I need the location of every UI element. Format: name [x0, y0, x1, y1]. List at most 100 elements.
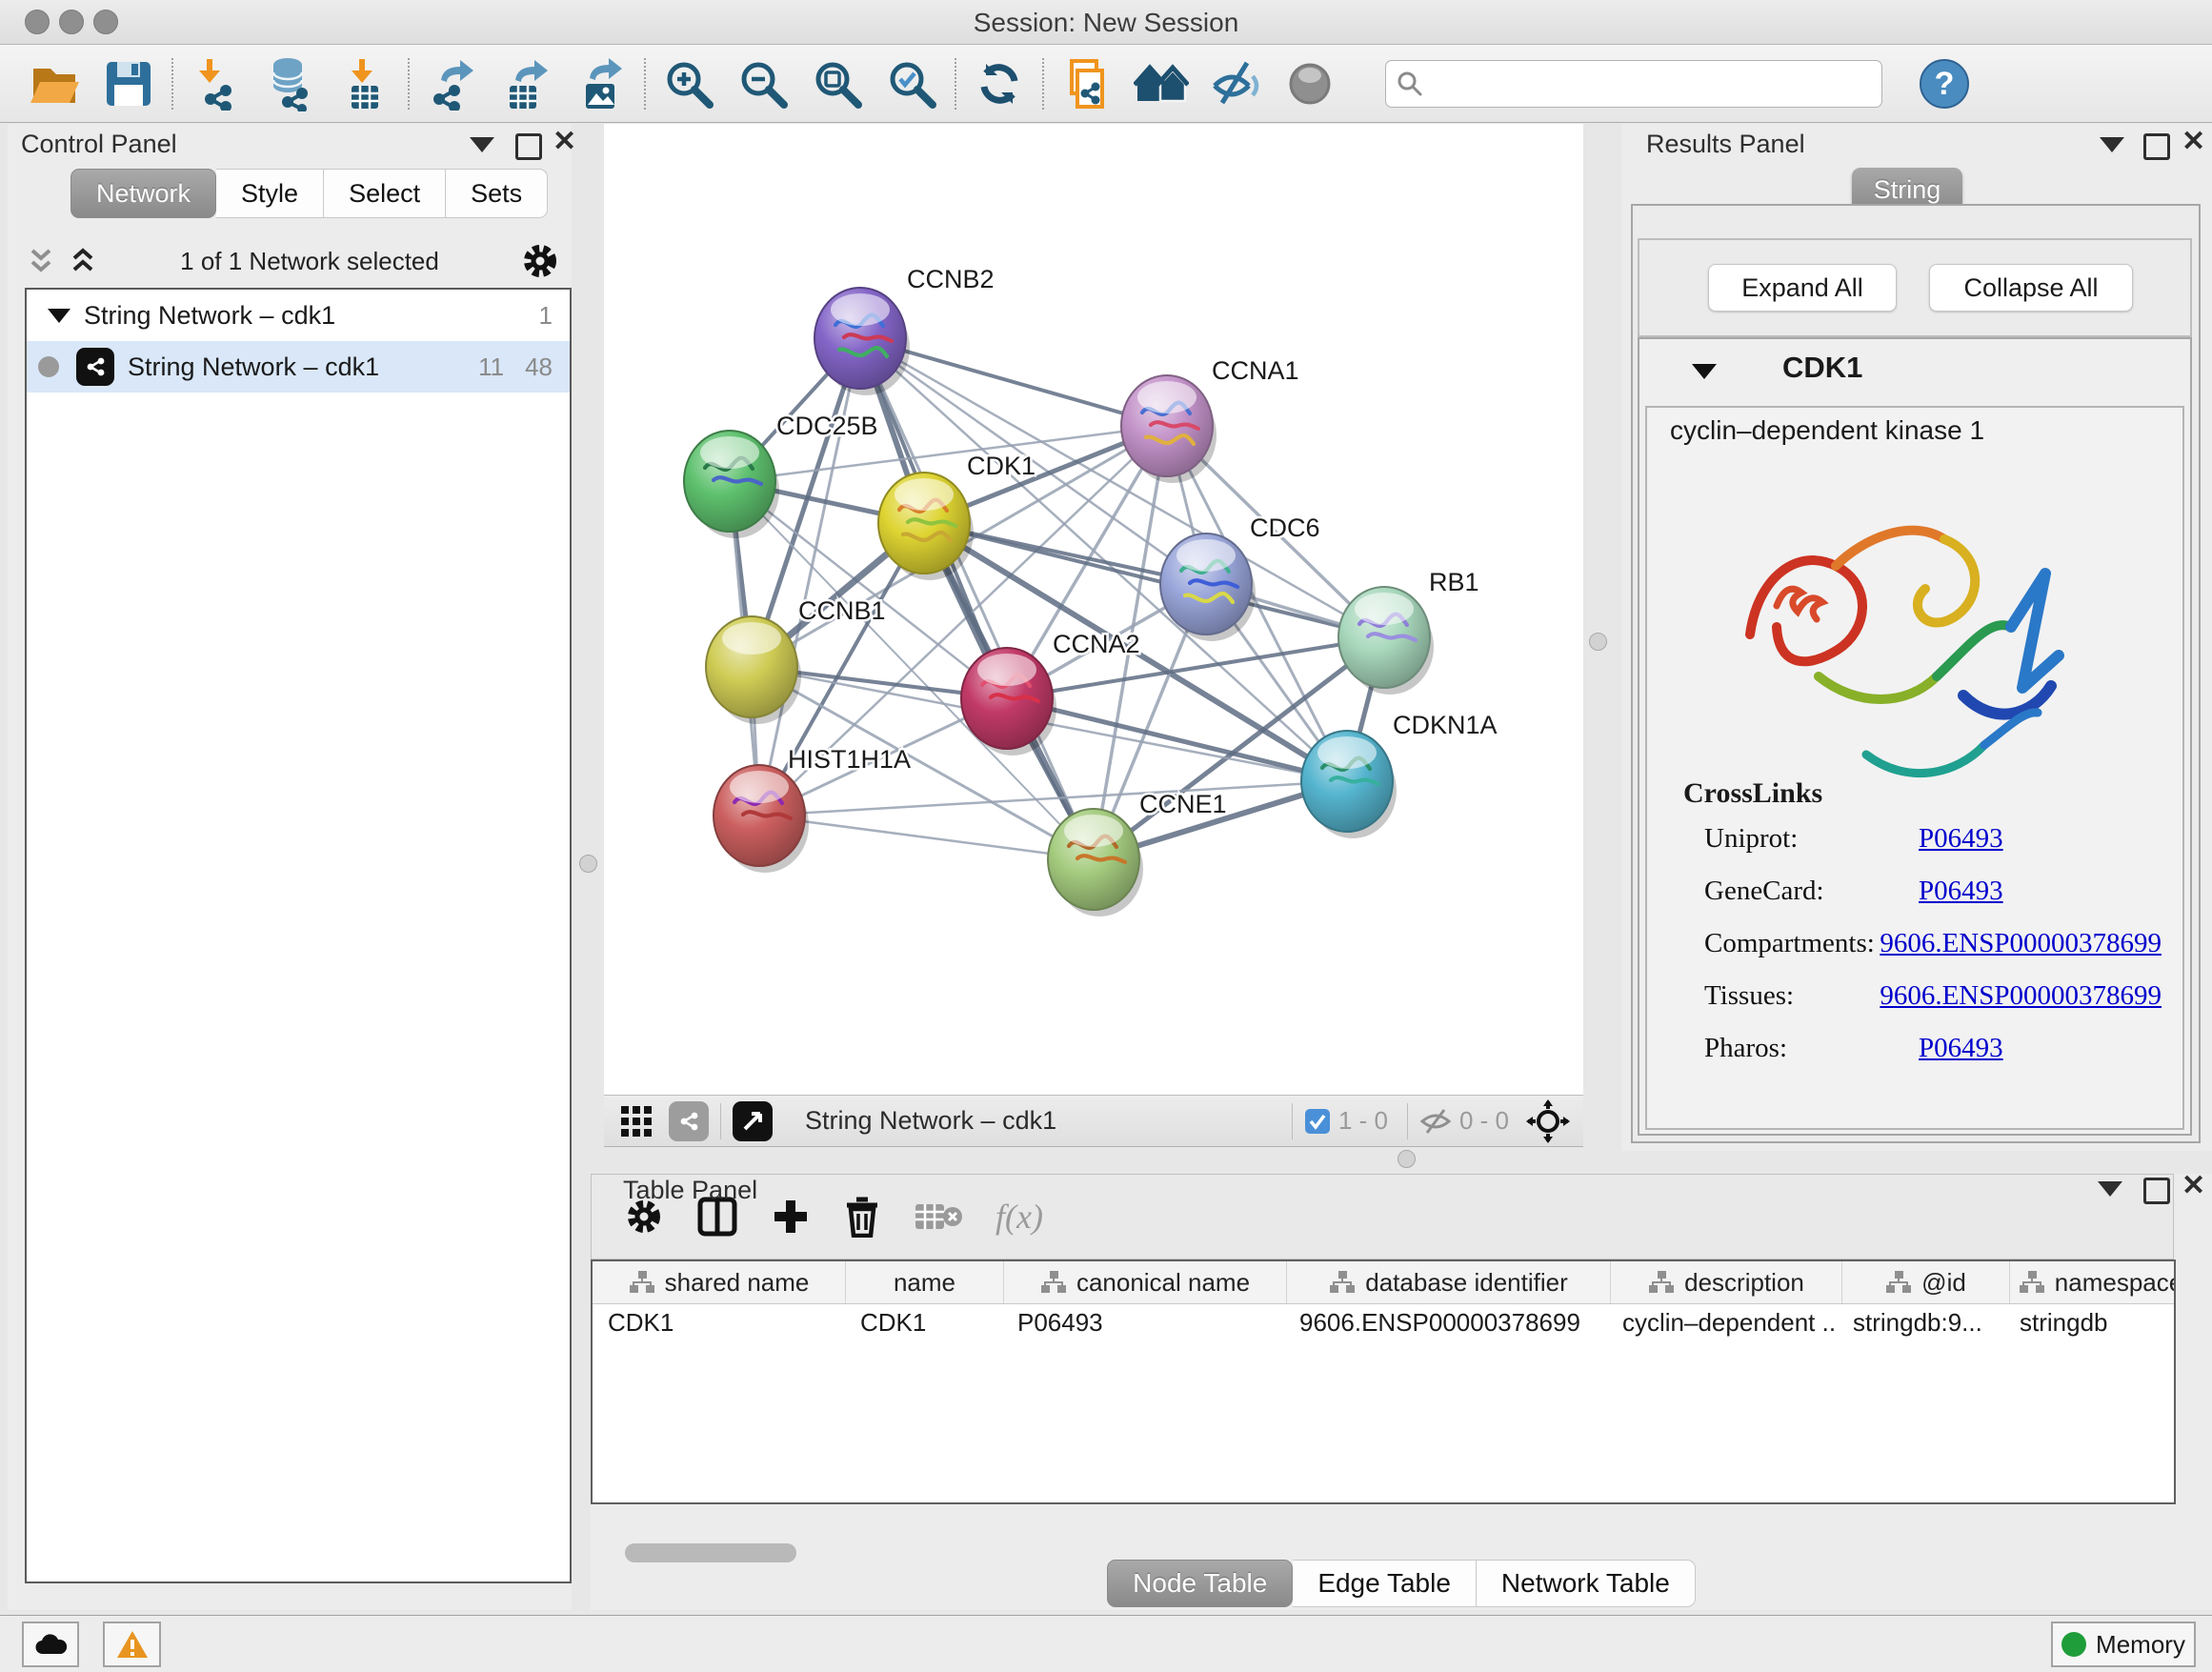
pan-crosshair-icon[interactable]: [1526, 1099, 1570, 1143]
window-title: Session: New Session: [0, 8, 2212, 38]
gene-collapse-arrow-icon[interactable]: [1692, 364, 1717, 379]
zoom-in-button[interactable]: [652, 53, 726, 114]
home-panel-button[interactable]: [1124, 53, 1198, 114]
search-input[interactable]: [1424, 68, 1872, 99]
column-header-database-identifier[interactable]: database identifier: [1287, 1261, 1611, 1303]
tab-sets[interactable]: Sets: [446, 169, 548, 218]
tree-expand-arrow-icon[interactable]: [48, 309, 70, 323]
tab-style[interactable]: Style: [216, 169, 324, 218]
control-panel-float-button[interactable]: [515, 133, 542, 160]
control-panel-collapse-button[interactable]: [470, 137, 494, 152]
network-collection-row[interactable]: String Network – cdk1 1: [27, 290, 570, 341]
search-icon: [1396, 70, 1424, 98]
zoom-fit-button[interactable]: [800, 53, 875, 114]
column-header-namespace[interactable]: namespace: [2010, 1261, 2176, 1303]
control-panel-close-button[interactable]: ✕: [553, 131, 576, 155]
table-panel-float-button[interactable]: [2143, 1178, 2170, 1204]
crosslink-label: Pharos:: [1704, 1033, 1919, 1064]
table-cell[interactable]: cyclin–dependent ...: [1607, 1304, 1838, 1340]
network-graph[interactable]: CCNB2CCNA1CDC25BCDK1CDC6RB1CCNB1CCNA2CDK…: [604, 124, 1583, 1095]
bottom-splitter-handle[interactable]: [1398, 1150, 1416, 1168]
table-panel-close-button[interactable]: ✕: [2182, 1176, 2205, 1199]
column-header-@id[interactable]: @id: [1842, 1261, 2010, 1303]
results-panel-collapse-button[interactable]: [2100, 137, 2124, 152]
tab-network[interactable]: Network: [70, 169, 216, 218]
crosslink-value-link[interactable]: P06493: [1919, 823, 2003, 855]
tab-select[interactable]: Select: [324, 169, 446, 218]
column-header-description[interactable]: description: [1611, 1261, 1842, 1303]
gear-icon[interactable]: [520, 241, 560, 281]
title-bar: Session: New Session: [0, 0, 2212, 45]
export-network-button[interactable]: [415, 53, 490, 114]
detach-view-icon[interactable]: [733, 1101, 773, 1141]
table-row[interactable]: CDK1CDK1P064939606.ENSP00000378699cyclin…: [593, 1304, 2174, 1340]
import-network-file-button[interactable]: [179, 53, 253, 114]
network-node-CCNB2[interactable]: [814, 288, 910, 395]
crosslink-value-link[interactable]: P06493: [1919, 876, 2003, 907]
network-row[interactable]: String Network – cdk1 11 48: [27, 341, 570, 393]
warnings-button[interactable]: [103, 1622, 161, 1667]
right-splitter-handle[interactable]: [1589, 633, 1607, 651]
apply-layout-button[interactable]: [962, 53, 1036, 114]
grid-view-icon[interactable]: [619, 1104, 654, 1138]
expand-all-button[interactable]: Expand All: [1708, 264, 1897, 312]
network-edge-HIST1H1A-CCNE1[interactable]: [759, 816, 1094, 859]
crosslink-value-link[interactable]: P06493: [1919, 1033, 2003, 1064]
open-session-button[interactable]: [17, 53, 91, 114]
table-cell[interactable]: stringdb: [2004, 1304, 2176, 1340]
create-column-button[interactable]: [771, 1197, 811, 1237]
table-cell[interactable]: CDK1: [845, 1304, 1002, 1340]
network-node-CCNE1[interactable]: [1048, 809, 1143, 917]
export-table-button[interactable]: [490, 53, 564, 114]
function-builder-button[interactable]: f(x): [995, 1197, 1043, 1237]
network-node-CCNB1[interactable]: [706, 616, 801, 724]
tab-node-table[interactable]: Node Table: [1107, 1560, 1293, 1607]
crosslink-label: Compartments:: [1704, 928, 1880, 959]
network-node-CDC25B[interactable]: [684, 431, 779, 538]
cloud-button[interactable]: [22, 1622, 79, 1667]
collapse-all-button[interactable]: Collapse All: [1929, 264, 2133, 312]
column-header-shared-name[interactable]: shared name: [593, 1261, 846, 1303]
network-overview-icon[interactable]: [669, 1101, 709, 1141]
network-node-CDKN1A[interactable]: [1301, 731, 1397, 838]
results-panel-close-button[interactable]: ✕: [2182, 131, 2205, 155]
table-cell[interactable]: P06493: [1002, 1304, 1284, 1340]
crosslink-value-link[interactable]: 9606.ENSP00000378699: [1880, 980, 2162, 1012]
control-panel-title: Control Panel: [21, 130, 177, 159]
network-node-CCNA1[interactable]: [1121, 375, 1217, 483]
table-panel-collapse-button[interactable]: [2098, 1181, 2122, 1197]
hidden-eye-icon[interactable]: [1419, 1107, 1452, 1136]
memory-button[interactable]: Memory: [2051, 1622, 2196, 1667]
zoom-out-button[interactable]: [726, 53, 800, 114]
chevrons-down-icon[interactable]: [25, 247, 57, 275]
help-button[interactable]: ?: [1907, 53, 1981, 114]
delete-column-button[interactable]: [843, 1196, 881, 1238]
table-cell[interactable]: CDK1: [593, 1304, 845, 1340]
column-header-canonical-name[interactable]: canonical name: [1004, 1261, 1287, 1303]
crosslink-value-link[interactable]: 9606.ENSP00000378699: [1880, 928, 2162, 959]
network-canvas[interactable]: CCNB2CCNA1CDC25BCDK1CDC6RB1CCNB1CCNA2CDK…: [604, 124, 1583, 1095]
network-node-CCNA2[interactable]: [961, 648, 1056, 755]
network-edge-CCNB2-CCNE1[interactable]: [860, 338, 1094, 859]
left-splitter-handle[interactable]: [579, 855, 597, 873]
import-table-file-button[interactable]: [328, 53, 402, 114]
tab-edge-table[interactable]: Edge Table: [1293, 1560, 1477, 1607]
tab-network-table[interactable]: Network Table: [1477, 1560, 1696, 1607]
table-cell[interactable]: 9606.ENSP00000378699: [1284, 1304, 1607, 1340]
table-cell[interactable]: stringdb:9...: [1838, 1304, 2004, 1340]
results-panel-float-button[interactable]: [2143, 133, 2170, 160]
export-image-button[interactable]: [564, 53, 638, 114]
graphics-detail-button[interactable]: [1273, 53, 1347, 114]
hide-graphics-button[interactable]: [1198, 53, 1273, 114]
network-node-RB1[interactable]: [1338, 587, 1434, 695]
chevrons-up-icon[interactable]: [67, 247, 99, 275]
column-header-name[interactable]: name: [846, 1261, 1004, 1303]
zoom-selected-button[interactable]: [875, 53, 949, 114]
network-node-CDK1[interactable]: [878, 473, 974, 580]
delete-table-button[interactable]: [914, 1199, 963, 1235]
save-session-button[interactable]: [91, 53, 166, 114]
selected-checkbox-icon[interactable]: [1304, 1108, 1331, 1135]
create-network-view-button[interactable]: [1050, 53, 1124, 114]
network-edge-CCNB2-HIST1H1A[interactable]: [759, 338, 860, 816]
import-network-database-button[interactable]: [253, 53, 328, 114]
